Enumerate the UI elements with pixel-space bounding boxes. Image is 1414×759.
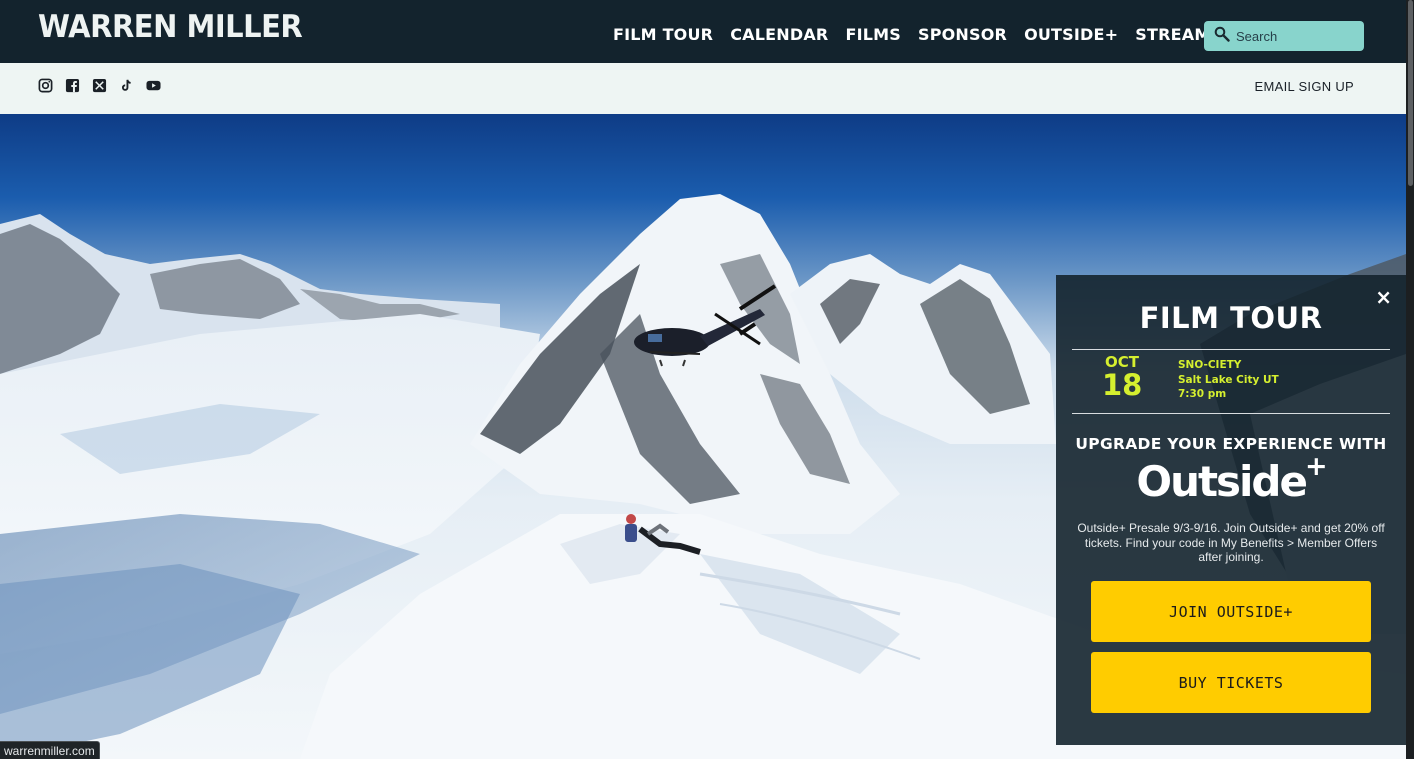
event-time: 7:30 pm (1178, 388, 1227, 400)
event-date: OCT 18 (1102, 355, 1142, 400)
scrollbar-thumb[interactable] (1408, 0, 1413, 186)
outside-logo-plus: + (1305, 451, 1328, 482)
nav-films[interactable]: FILMS (845, 24, 901, 46)
instagram-icon[interactable] (38, 78, 53, 93)
nav-stream[interactable]: STREAM (1135, 24, 1210, 46)
social-links (38, 78, 161, 93)
warren-miller-logo[interactable]: WARREN MILLER (38, 8, 303, 45)
divider (1072, 413, 1390, 414)
search-input[interactable] (1236, 28, 1356, 44)
divider (1072, 349, 1390, 350)
event-name: SNO-CIETY (1178, 359, 1242, 371)
event-info[interactable]: SNO-CIETY Salt Lake City UT 7:30 pm (1178, 358, 1279, 402)
event-day: 18 (1102, 368, 1143, 402)
email-signup-link[interactable]: EMAIL SIGN UP (1255, 79, 1355, 94)
nav-film-tour[interactable]: FILM TOUR (613, 24, 713, 46)
event-location: Salt Lake City UT (1178, 373, 1279, 386)
x-icon[interactable] (92, 78, 107, 93)
search-icon (1214, 26, 1230, 47)
film-tour-popup: × FILM TOUR OCT 18 SNO-CIETY Salt Lake C… (1056, 275, 1406, 745)
social-bar: EMAIL SIGN UP (0, 63, 1406, 114)
status-bar-url: warrenmiller.com (0, 741, 100, 759)
outside-logo-word: Outside (1136, 457, 1308, 506)
join-outside-button[interactable]: JOIN OUTSIDE+ (1091, 581, 1371, 642)
nav-outside-plus[interactable]: OUTSIDE+ (1024, 24, 1118, 46)
main-nav: FILM TOUR CALENDAR FILMS SPONSOR OUTSIDE… (613, 24, 1210, 46)
search-box[interactable] (1204, 21, 1364, 51)
youtube-icon[interactable] (146, 78, 161, 93)
promo-text: Outside+ Presale 9/3-9/16. Join Outside+… (1077, 521, 1385, 564)
nav-calendar[interactable]: CALENDAR (730, 24, 828, 46)
upgrade-heading: UPGRADE YOUR EXPERIENCE WITH (1075, 435, 1387, 453)
facebook-icon[interactable] (65, 78, 80, 93)
outside-plus-logo: Outside+ (1056, 451, 1406, 506)
top-navigation-bar: WARREN MILLER FILM TOUR CALENDAR FILMS S… (0, 0, 1414, 63)
tiktok-icon[interactable] (119, 78, 134, 93)
buy-tickets-button[interactable]: BUY TICKETS (1091, 652, 1371, 713)
popup-title: FILM TOUR (1139, 301, 1323, 335)
nav-sponsor[interactable]: SPONSOR (918, 24, 1007, 46)
